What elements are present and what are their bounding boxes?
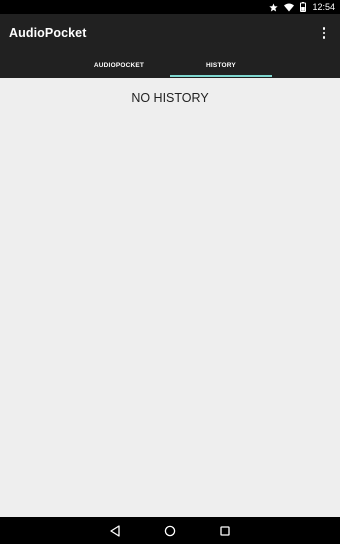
history-content: NO HISTORY	[0, 78, 340, 517]
star-icon	[269, 2, 279, 12]
navigation-bar	[0, 517, 340, 544]
more-vert-icon[interactable]	[316, 22, 332, 44]
app-title: AudioPocket	[9, 26, 87, 40]
tab-audiopocket[interactable]: AUDIOPOCKET	[68, 52, 170, 78]
back-icon[interactable]	[104, 520, 126, 542]
status-bar: 12:54	[0, 0, 340, 14]
recents-icon[interactable]	[214, 520, 236, 542]
wifi-icon	[284, 3, 295, 12]
app-bar: AudioPocket	[0, 14, 340, 52]
home-icon[interactable]	[159, 520, 181, 542]
empty-state-message: NO HISTORY	[131, 91, 209, 105]
battery-icon	[300, 2, 307, 12]
tab-indicator	[170, 75, 272, 77]
status-time: 12:54	[312, 2, 335, 12]
